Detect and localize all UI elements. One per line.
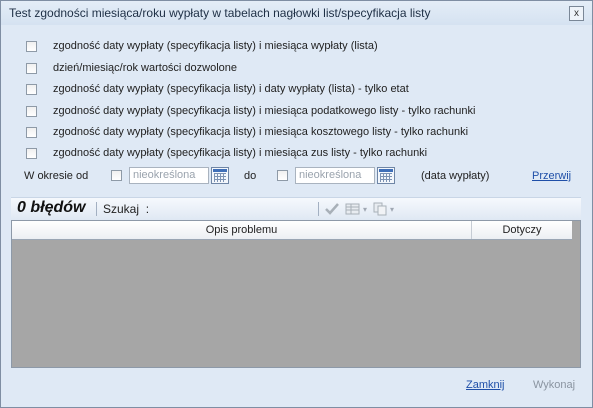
close-button[interactable]: x [569,6,584,21]
check-label-6: zgodność daty wypłaty (specyfikacja list… [53,147,428,159]
from-date-input[interactable]: nieokreślona [129,167,209,184]
period-row: W okresie od nieokreślona do nieokreślon… [1,166,592,188]
to-date-checkbox[interactable] [277,170,288,181]
checkbox-6[interactable] [26,147,37,159]
period-label: W okresie od [24,170,89,182]
results-toolbar: 0 błędów Szukaj : ▾ ▾ [11,197,581,220]
checkbox-2[interactable] [26,62,37,74]
checkbox-1[interactable] [26,40,37,52]
window-title: Test zgodności miesiąca/roku wypłaty w t… [9,6,431,20]
to-date-input[interactable]: nieokreślona [295,167,375,184]
chevron-down-icon[interactable]: ▾ [363,201,367,217]
check-label-1: zgodność daty wypłaty (specyfikacja list… [53,40,378,52]
grid-header: Opis problemu Dotyczy [12,221,572,240]
calendar-icon[interactable] [211,167,229,184]
dialog-window: Test zgodności miesiąca/roku wypłaty w t… [0,0,593,408]
check-row-5[interactable]: zgodność daty wypłaty (specyfikacja list… [26,124,468,140]
check-row-2[interactable]: dzień/miesiąc/rok wartości dozwolone [26,60,237,76]
check-label-4: zgodność daty wypłaty (specyfikacja list… [53,105,476,117]
check-row-6[interactable]: zgodność daty wypłaty (specyfikacja list… [26,145,427,161]
error-count: 0 błędów [17,199,86,216]
checkbox-5[interactable] [26,126,37,138]
from-date-checkbox[interactable] [111,170,122,181]
check-row-3[interactable]: zgodność daty wypłaty (specyfikacja list… [26,81,409,97]
copy-icon[interactable] [373,201,389,217]
column-header-concerns[interactable]: Dotyczy [472,221,572,239]
run-button[interactable]: Wykonaj [533,379,575,391]
problems-grid[interactable]: Opis problemu Dotyczy [11,220,581,368]
close-link[interactable]: Zamknij [466,379,505,391]
check-label-3: zgodność daty wypłaty (specyfikacja list… [53,83,409,95]
chevron-down-icon[interactable]: ▾ [390,201,394,217]
calendar-icon[interactable] [377,167,395,184]
check-label-2: dzień/miesiąc/rok wartości dozwolone [53,62,238,74]
column-header-description[interactable]: Opis problemu [12,221,472,239]
search-input[interactable] [163,200,322,219]
toolbar-separator [318,202,319,216]
check-row-1[interactable]: zgodność daty wypłaty (specyfikacja list… [26,38,378,54]
interrupt-link[interactable]: Przerwij [532,170,571,182]
check-row-4[interactable]: zgodność daty wypłaty (specyfikacja list… [26,103,475,119]
checkbox-3[interactable] [26,83,37,95]
toolbar-separator [96,202,97,216]
table-icon[interactable] [345,201,361,217]
checkbox-4[interactable] [26,105,37,117]
check-label-5: zgodność daty wypłaty (specyfikacja list… [53,126,469,138]
search-label: Szukaj : [103,202,150,216]
checkmark-icon[interactable] [324,201,340,217]
title-bar: Test zgodności miesiąca/roku wypłaty w t… [1,1,592,25]
close-icon: x [574,7,579,19]
to-label: do [244,170,257,182]
date-type-label: (data wypłaty) [421,170,490,182]
